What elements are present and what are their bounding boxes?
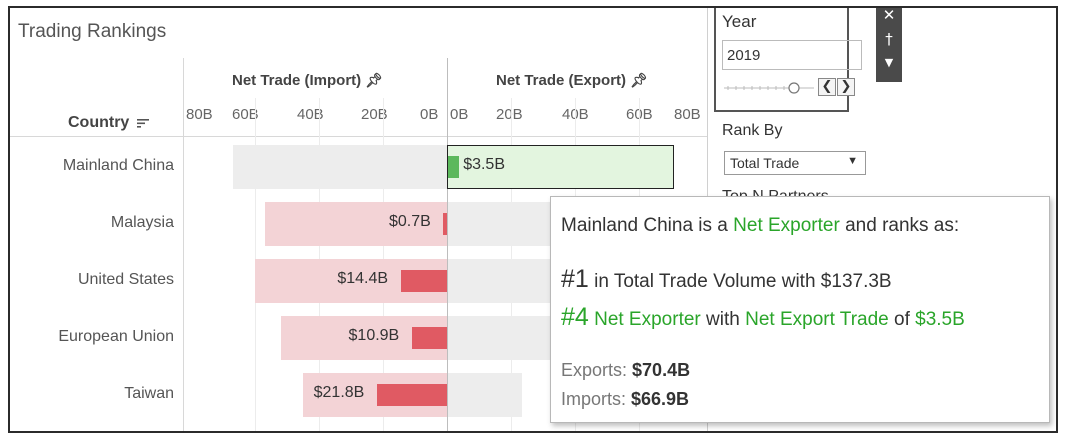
export-tick-label: 80B bbox=[674, 106, 701, 123]
filter-controls[interactable]: ✕ † ▼ bbox=[876, 8, 902, 82]
rank-by-title: Rank By bbox=[722, 122, 783, 139]
year-input[interactable]: 2019 bbox=[722, 40, 862, 70]
year-slider[interactable] bbox=[724, 82, 814, 94]
bar-value-label: $21.8B bbox=[313, 383, 365, 401]
bar-value-label: $0.7B bbox=[389, 212, 431, 230]
country-header-label: Country bbox=[68, 114, 130, 131]
year-filter-title: Year bbox=[722, 12, 757, 31]
dashboard-frame: Trading Rankings Net Trade (Import) 📌︎ N… bbox=[8, 6, 1058, 433]
pin-icon[interactable]: 📌︎ bbox=[365, 72, 383, 88]
net-import-bar[interactable] bbox=[443, 212, 447, 235]
country-label[interactable]: United States bbox=[78, 271, 174, 289]
prev-year-button[interactable]: ❮ bbox=[818, 78, 836, 96]
country-label[interactable]: European Union bbox=[58, 328, 174, 346]
export-header-label: Net Trade (Export) bbox=[496, 72, 627, 89]
rank-by-value: Total Trade bbox=[730, 155, 800, 171]
pin-filter-icon[interactable]: † bbox=[876, 30, 902, 48]
year-filter[interactable]: Year 2019 ❮ ❯ bbox=[714, 8, 862, 112]
tooltip-exports: Exports: $70.4B bbox=[561, 360, 691, 380]
slider-handle bbox=[788, 82, 800, 94]
pin-icon[interactable]: 📌︎ bbox=[630, 72, 648, 88]
country-header[interactable]: Country bbox=[68, 114, 149, 132]
selected-bar-outline bbox=[447, 144, 675, 189]
bar-value-label: $14.4B bbox=[337, 269, 389, 287]
tooltip-rank-total: #1 in Total Trade Volume with $137.3B bbox=[561, 265, 892, 293]
export-header[interactable]: Net Trade (Export) 📌︎ bbox=[496, 72, 648, 89]
column-divider bbox=[183, 58, 184, 431]
dropdown-icon[interactable]: ▼ bbox=[876, 56, 902, 69]
export-total-bar[interactable] bbox=[448, 372, 522, 417]
rank-by-select[interactable]: Total Trade ▼ bbox=[724, 151, 866, 175]
net-import-bar[interactable] bbox=[377, 383, 447, 406]
tooltip-imports: Imports: $66.9B bbox=[561, 389, 690, 409]
net-import-bar[interactable] bbox=[400, 269, 447, 292]
import-tick-label: 0B bbox=[420, 106, 439, 123]
tooltip-rank-net: #4 Net Exporter with Net Export Trade of… bbox=[561, 303, 965, 331]
bar-value-label: $10.9B bbox=[348, 326, 400, 344]
country-label[interactable]: Mainland China bbox=[63, 157, 174, 175]
export-tick-label: 0B bbox=[450, 106, 469, 123]
next-year-button[interactable]: ❯ bbox=[837, 78, 855, 96]
import-header[interactable]: Net Trade (Import) 📌︎ bbox=[232, 72, 383, 89]
net-import-bar[interactable] bbox=[412, 326, 447, 349]
dashboard-title: Trading Rankings bbox=[18, 21, 167, 42]
import-tick-label: 80B bbox=[186, 106, 213, 123]
country-label[interactable]: Malaysia bbox=[111, 214, 174, 232]
import-header-label: Net Trade (Import) bbox=[232, 72, 362, 89]
sort-icon[interactable] bbox=[136, 118, 149, 128]
country-label[interactable]: Taiwan bbox=[124, 385, 174, 403]
header-divider bbox=[10, 136, 707, 137]
tooltip-summary: Mainland China is a Net Exporter and ran… bbox=[561, 215, 960, 236]
export-tick-label: 20B bbox=[496, 106, 523, 123]
tooltip: Mainland China is a Net Exporter and ran… bbox=[550, 196, 1050, 423]
import-total-bar[interactable] bbox=[232, 144, 447, 189]
chevron-down-icon: ▼ bbox=[847, 155, 858, 167]
close-icon[interactable]: ✕ bbox=[876, 8, 902, 24]
